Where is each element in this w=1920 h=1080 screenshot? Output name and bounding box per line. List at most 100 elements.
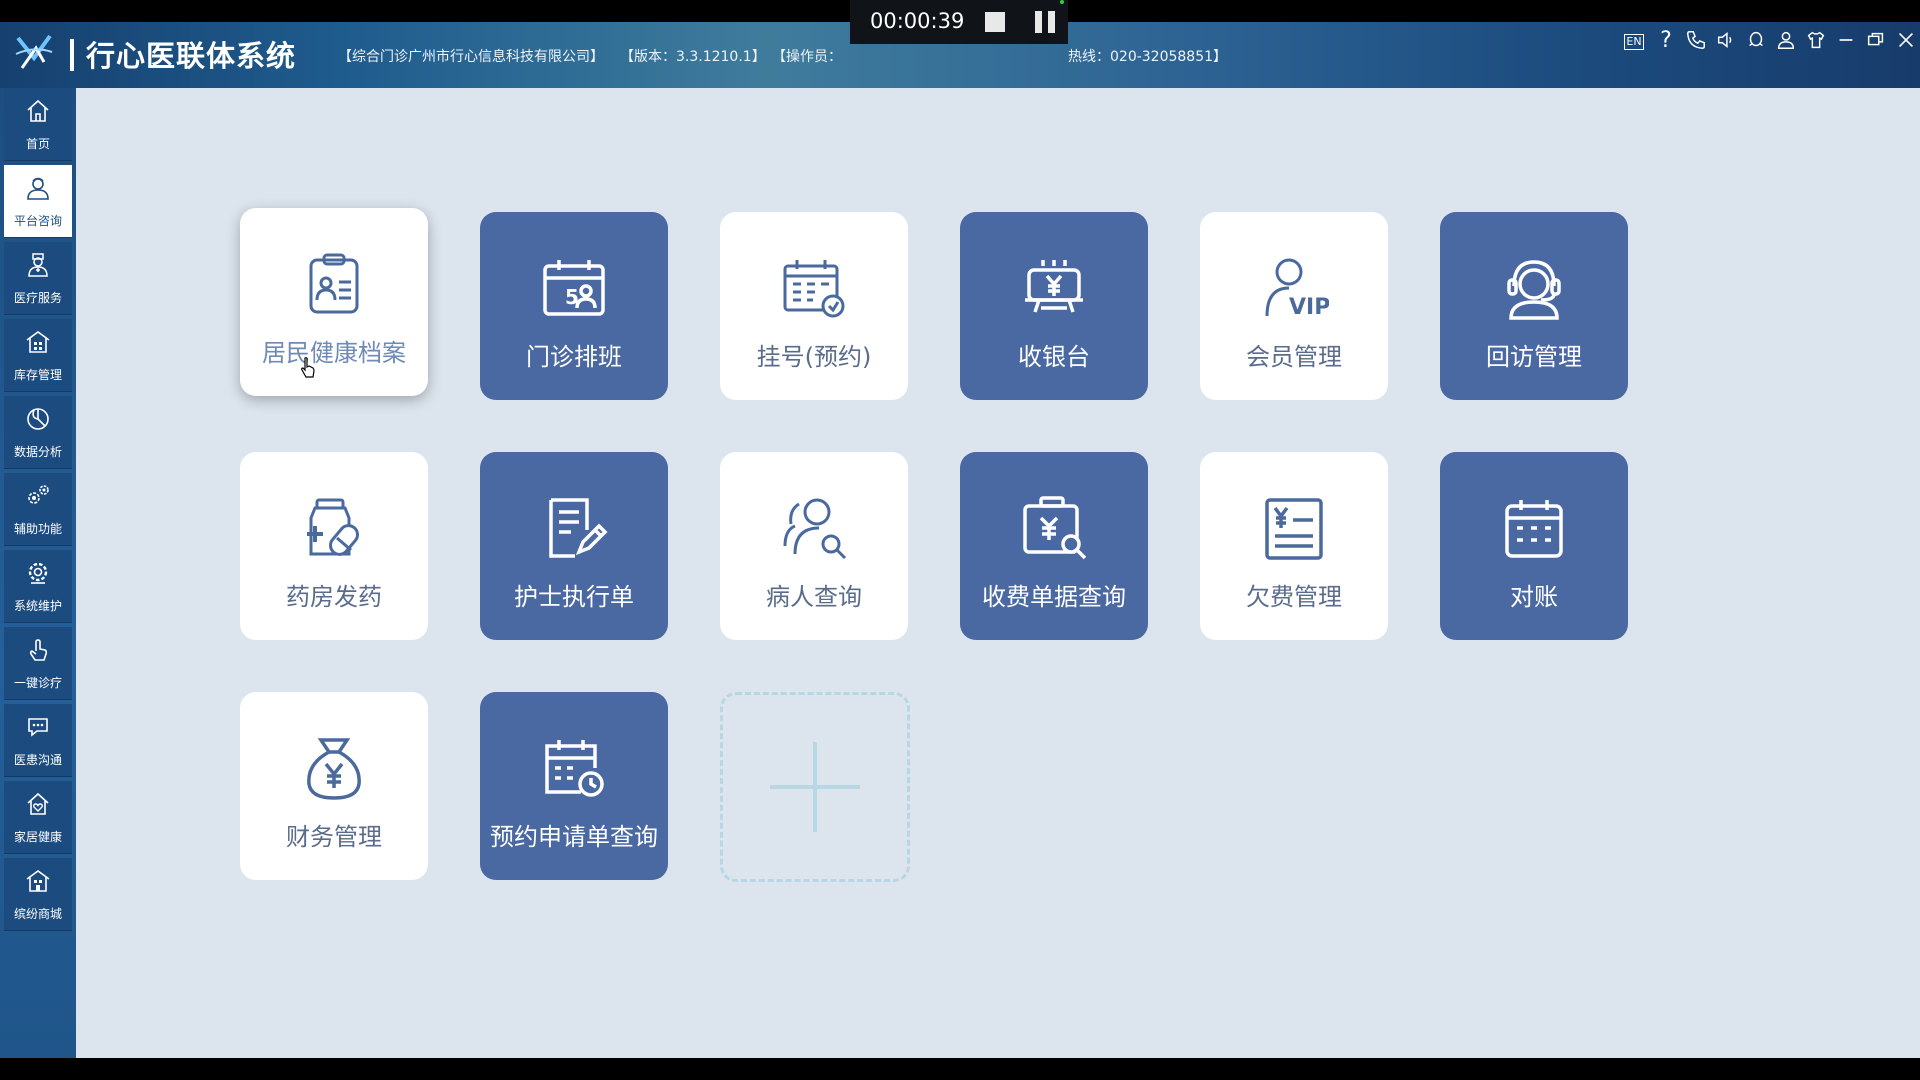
tile-appointment-query[interactable]: 预约申请单查询 xyxy=(480,692,668,880)
sidebar-nav: 首页 平台咨询 医疗服务 库存管理 数据分析 辅助功能 系统维护 一键诊疗 医患… xyxy=(0,88,76,1058)
minimize-icon[interactable] xyxy=(1834,29,1858,53)
sidebar-item-data-analysis[interactable]: 数据分析 xyxy=(4,396,72,469)
tile-arrears-management[interactable]: 欠费管理 xyxy=(1200,452,1388,640)
arrears-icon xyxy=(1265,498,1323,560)
tile-label: 对账 xyxy=(1510,583,1558,611)
money-bag-icon xyxy=(307,738,361,800)
sidebar-item-system-maintenance[interactable]: 系统维护 xyxy=(4,550,72,623)
store-icon xyxy=(26,870,50,892)
tile-nurse-order[interactable]: 护士执行单 xyxy=(480,452,668,640)
sidebar-item-label: 数据分析 xyxy=(13,445,62,459)
phone-icon[interactable] xyxy=(1684,29,1708,53)
tile-registration[interactable]: 挂号(预约) xyxy=(720,212,908,400)
tile-label: 收银台 xyxy=(1018,343,1090,371)
speaker-icon[interactable] xyxy=(1714,29,1738,53)
clinic-info: 【综合门诊广州市行心信息科技有限公司】 xyxy=(338,49,604,65)
sidebar-item-label: 辅助功能 xyxy=(13,522,62,536)
home-icon xyxy=(27,99,49,122)
sidebar-item-label: 一键诊疗 xyxy=(13,676,62,690)
tile-finance-management[interactable]: 财务管理 xyxy=(240,692,428,880)
home-heart-icon xyxy=(27,792,49,815)
tile-label: 门诊排班 xyxy=(526,343,622,371)
tile-label: 回访管理 xyxy=(1486,343,1582,371)
skin-shirt-icon[interactable] xyxy=(1804,29,1828,53)
sidebar-item-auxiliary[interactable]: 辅助功能 xyxy=(4,473,72,546)
tile-label: 财务管理 xyxy=(286,823,382,851)
sidebar-item-home-health[interactable]: 家居健康 xyxy=(4,781,72,854)
sidebar-item-label: 库存管理 xyxy=(13,368,62,382)
logo-divider xyxy=(70,39,74,71)
sidebar-item-medical-service[interactable]: 医疗服务 xyxy=(4,242,72,315)
sidebar-item-label: 首页 xyxy=(25,137,50,151)
chat-icon xyxy=(28,718,48,737)
patient-search-icon xyxy=(783,498,847,560)
tile-label: 预约申请单查询 xyxy=(490,823,658,851)
tile-label: 收费单据查询 xyxy=(982,583,1126,611)
nurse-icon xyxy=(27,177,49,200)
tile-member-management[interactable]: VIP 会员管理 xyxy=(1200,212,1388,400)
user-icon[interactable] xyxy=(1774,29,1798,53)
recording-indicator xyxy=(1060,0,1064,4)
receipt-search-icon xyxy=(1023,496,1087,560)
tile-label: 会员管理 xyxy=(1246,343,1342,371)
tile-label: 药房发药 xyxy=(286,583,382,611)
app-title: 行心医联体系统 xyxy=(86,39,297,73)
tap-icon xyxy=(29,639,48,661)
operator-info: 【操作员： xyxy=(772,49,842,65)
tile-outpatient-schedule[interactable]: 5 门诊排班 xyxy=(480,212,668,400)
sidebar-item-one-click-treatment[interactable]: 一键诊疗 xyxy=(4,627,72,700)
sidebar-item-label: 缤纷商城 xyxy=(13,907,62,921)
health-record-icon xyxy=(309,253,359,314)
recording-timer: 00:00:39 xyxy=(870,9,965,33)
cashier-icon xyxy=(1025,260,1083,313)
language-icon[interactable]: EN xyxy=(1624,34,1644,50)
gear-icon xyxy=(28,562,48,584)
tile-label: 护士执行单 xyxy=(514,583,634,611)
tile-reconciliation[interactable]: 对账 xyxy=(1440,452,1628,640)
tile-label: 病人查询 xyxy=(766,583,862,611)
sidebar-item-home[interactable]: 首页 xyxy=(4,88,72,161)
restore-icon[interactable] xyxy=(1864,29,1888,53)
tile-label: 居民健康档案 xyxy=(262,339,406,367)
schedule-calendar-icon: 5 xyxy=(543,260,605,316)
svg-text:VIP: VIP xyxy=(1289,295,1329,320)
tile-receipt-query[interactable]: 收费单据查询 xyxy=(960,452,1148,640)
sidebar-item-label: 医患沟通 xyxy=(13,753,62,767)
help-icon[interactable]: ? xyxy=(1654,29,1678,53)
sidebar-item-doctor-patient-chat[interactable]: 医患沟通 xyxy=(4,704,72,777)
sidebar-item-label: 平台咨询 xyxy=(13,214,62,228)
sidebar-item-label: 医疗服务 xyxy=(13,291,62,305)
close-icon[interactable] xyxy=(1894,29,1918,53)
sidebar-item-mall[interactable]: 缤纷商城 xyxy=(4,858,72,931)
sidebar-item-platform-consult[interactable]: 平台咨询 xyxy=(4,165,72,238)
vip-member-icon: VIP xyxy=(1265,258,1329,320)
doctor-icon xyxy=(28,253,48,277)
sidebar-item-label: 家居健康 xyxy=(13,830,62,844)
tile-patient-query[interactable]: 病人查询 xyxy=(720,452,908,640)
add-tile-button[interactable] xyxy=(720,692,910,882)
sidebar-item-label: 系统维护 xyxy=(13,599,62,613)
qq-icon[interactable] xyxy=(1744,29,1768,53)
pharmacy-icon xyxy=(307,498,359,556)
gears-icon xyxy=(28,485,49,504)
hotline-info: 热线：020-32058851】 xyxy=(1068,49,1228,65)
pause-record-icon[interactable] xyxy=(1035,11,1057,33)
pie-chart-icon xyxy=(27,408,49,430)
app-logo-icon xyxy=(15,34,53,69)
sidebar-item-inventory[interactable]: 库存管理 xyxy=(4,319,72,392)
reconcile-calendar-icon xyxy=(1505,500,1563,558)
tile-health-record[interactable]: 居民健康档案 xyxy=(240,208,428,396)
tile-label: 欠费管理 xyxy=(1246,583,1342,611)
headset-icon xyxy=(1507,260,1561,320)
app-window: 行心医联体系统 【综合门诊广州市行心信息科技有限公司】 【版本：3.3.1210… xyxy=(0,0,1920,1058)
nurse-order-icon xyxy=(549,498,608,558)
stop-record-icon[interactable] xyxy=(985,12,1005,32)
tile-cashier[interactable]: 收银台 xyxy=(960,212,1148,400)
tile-follow-up[interactable]: 回访管理 xyxy=(1440,212,1628,400)
mouse-pointer-icon xyxy=(301,357,315,378)
appointment-query-icon xyxy=(545,740,604,797)
version-info: 【版本：3.3.1210.1】 xyxy=(620,49,766,65)
tile-label: 挂号(预约) xyxy=(756,343,872,371)
tile-pharmacy-dispense[interactable]: 药房发药 xyxy=(240,452,428,640)
screen-recorder-overlay: 00:00:39 xyxy=(850,0,1068,44)
